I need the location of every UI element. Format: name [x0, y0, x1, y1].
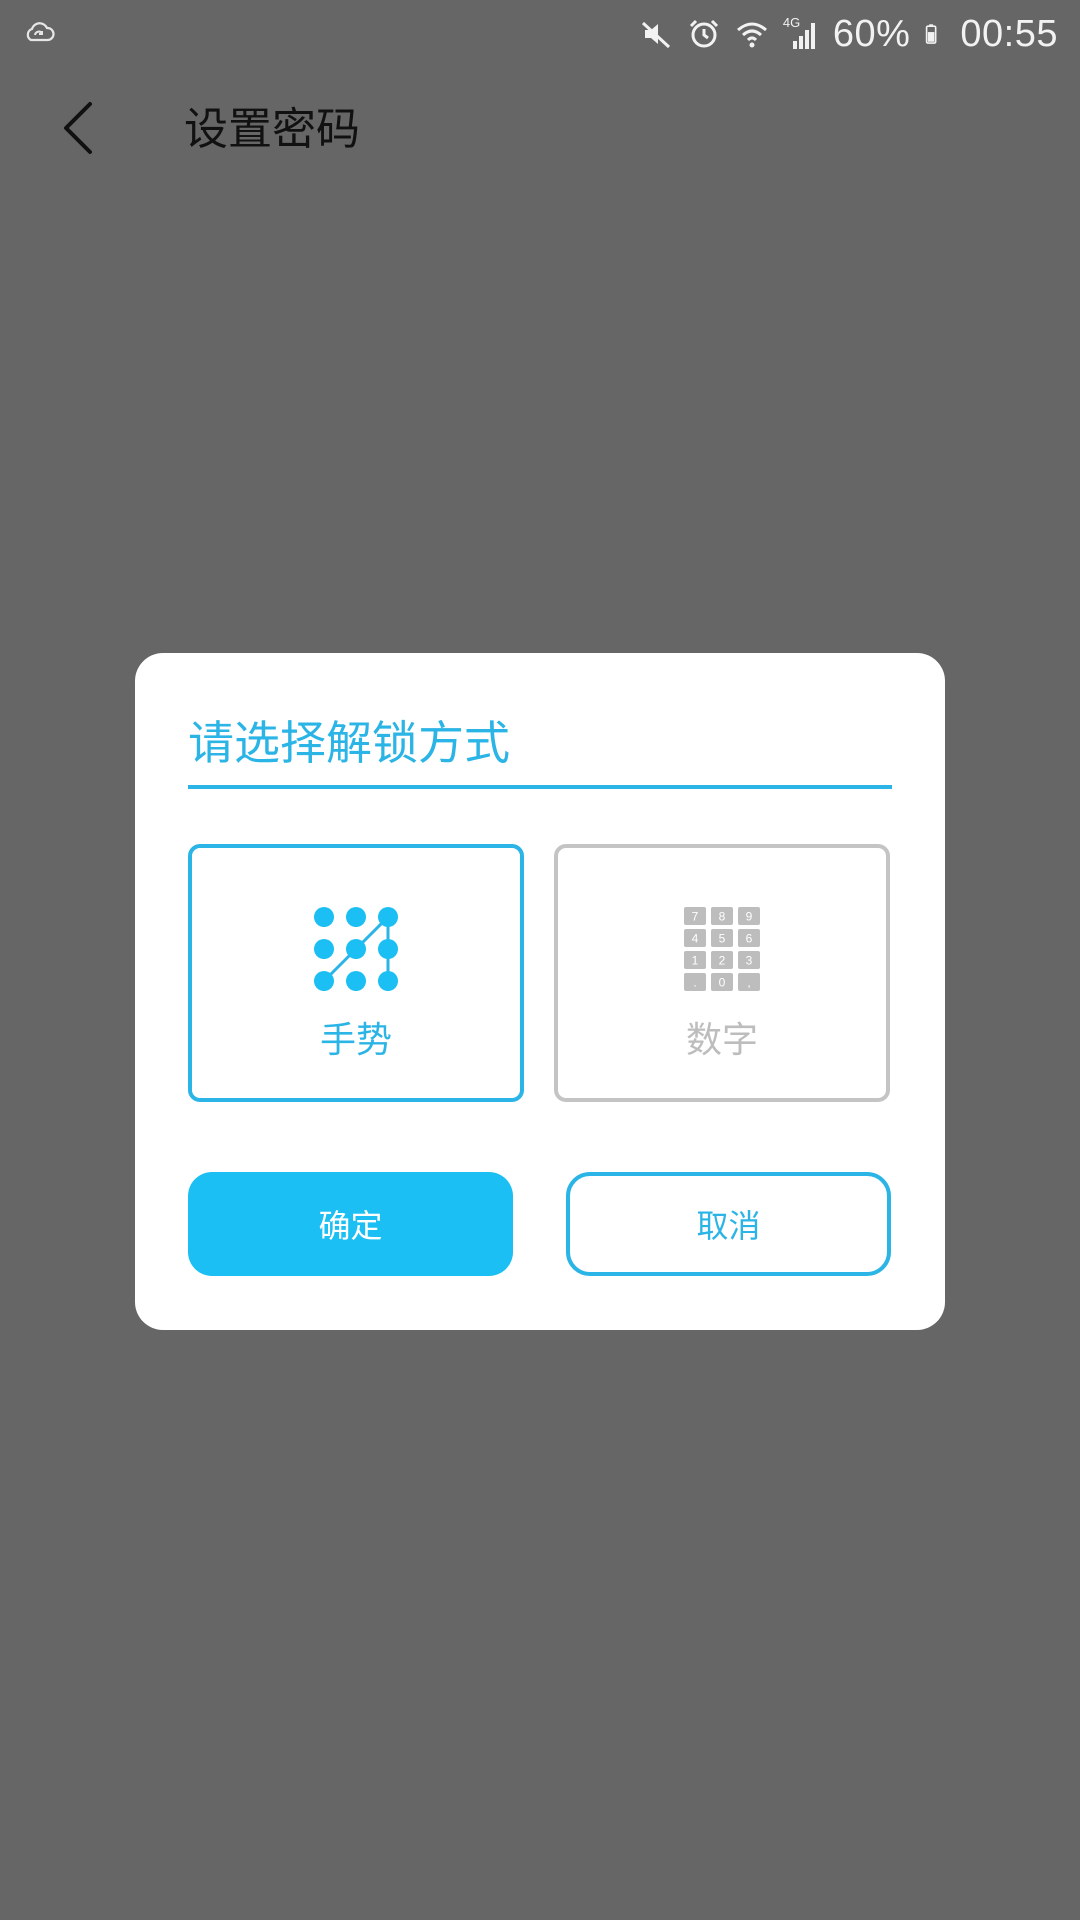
battery-percent: 60% [832, 12, 911, 55]
unlock-method-dialog: 请选择解锁方式 手势 7 8 9 4 5 6 1 2 3. 0, 数字 确定 取消 [135, 653, 945, 1330]
keypad-key-label: 3 [746, 954, 753, 968]
numeric-keypad-icon: 7 8 9 4 5 6 1 2 3. 0, [684, 907, 760, 991]
keypad-key-label: . [693, 976, 696, 990]
keypad-key-label: , [747, 976, 750, 990]
mute-icon [641, 21, 670, 49]
screen: 4G 60% 00:55 设置密码 请选择解锁方式 手势 7 8 9 4 5 6… [0, 0, 1080, 1920]
cloud-sync-icon [26, 22, 55, 42]
keypad-key-label: 5 [719, 932, 726, 946]
option-gesture-label: 手势 [319, 1020, 392, 1061]
title-divider [188, 785, 892, 789]
cellular-4g-icon: 4G [783, 15, 819, 51]
battery-icon [926, 24, 937, 44]
keypad-key-label: 8 [719, 910, 726, 924]
keypad-key-label: 2 [719, 954, 726, 968]
option-gesture[interactable]: 手势 [188, 844, 524, 1102]
pattern-grid-icon [314, 907, 398, 991]
status-icons: 4G 60% 00:55 [639, 8, 1058, 60]
status-bar: 4G 60% 00:55 [0, 0, 1080, 68]
keypad-key-label: 7 [692, 910, 699, 924]
keypad-key-label: 1 [692, 954, 699, 968]
keypad-key-label: 0 [719, 976, 726, 990]
keypad-key-label: 9 [746, 910, 753, 924]
back-button[interactable] [56, 96, 106, 160]
option-number-label: 数字 [685, 1020, 758, 1061]
option-number[interactable]: 7 8 9 4 5 6 1 2 3. 0, 数字 [554, 844, 890, 1102]
page-title: 设置密码 [184, 104, 360, 155]
dialog-title: 请选择解锁方式 [188, 716, 510, 770]
keypad-key-label: 6 [746, 932, 753, 946]
keypad-key-label: 4 [692, 932, 699, 946]
wifi-icon [736, 22, 767, 48]
alarm-icon [689, 19, 718, 48]
confirm-button[interactable]: 确定 [188, 1172, 513, 1276]
clock: 00:55 [960, 12, 1058, 55]
cancel-button[interactable]: 取消 [566, 1172, 891, 1276]
